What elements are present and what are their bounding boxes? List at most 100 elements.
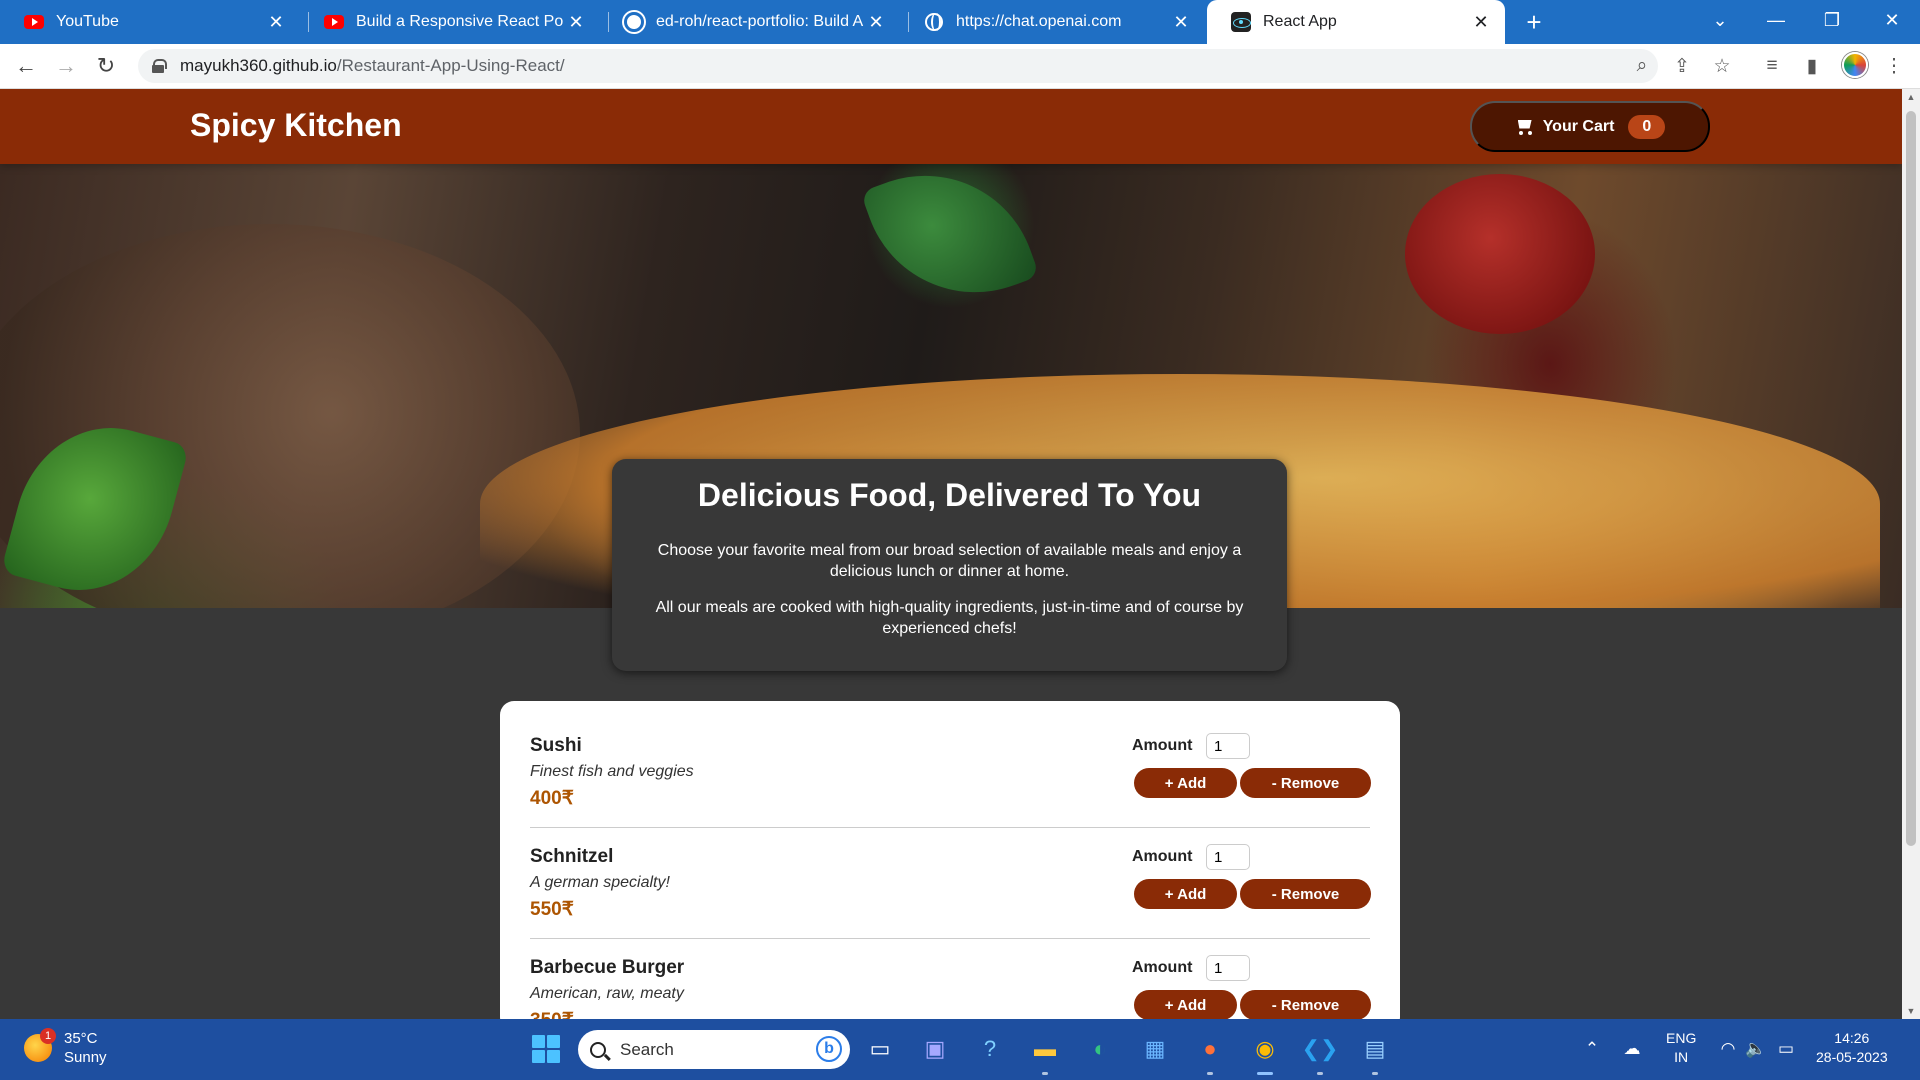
profile-avatar[interactable] <box>1842 52 1868 78</box>
language-code: ENG <box>1666 1030 1697 1046</box>
forward-button[interactable]: → <box>50 50 82 82</box>
share-icon[interactable]: ⇪ <box>1670 54 1694 78</box>
bookmark-star-icon[interactable]: ☆ <box>1710 54 1734 78</box>
weather-temperature: 35°C <box>64 1030 98 1047</box>
tab-github[interactable]: ed-roh/react-portfolio: Build A C ✕ <box>600 0 900 44</box>
new-tab-button[interactable]: + <box>1520 7 1548 37</box>
meal-price: 550₹ <box>530 899 574 920</box>
minimize-button[interactable]: — <box>1748 0 1804 40</box>
close-icon[interactable]: ✕ <box>1469 10 1493 34</box>
address-bar[interactable]: mayukh360.github.io/Restaurant-App-Using… <box>138 49 1658 83</box>
scroll-down-icon[interactable]: ▼ <box>1902 1003 1920 1019</box>
tab-react-app[interactable]: React App ✕ <box>1207 0 1505 44</box>
browser-toolbar: ← → ↻ mayukh360.github.io/Restaurant-App… <box>0 44 1920 89</box>
youtube-icon <box>24 12 44 32</box>
vscode-icon[interactable]: ❮❯ <box>1302 1031 1338 1075</box>
add-button[interactable]: + Add <box>1134 990 1237 1019</box>
language-indicator[interactable]: ENG IN <box>1666 1029 1696 1067</box>
scroll-up-icon[interactable]: ▲ <box>1902 89 1920 105</box>
close-icon[interactable]: ✕ <box>1169 10 1193 34</box>
windows-icon <box>532 1035 560 1063</box>
tab-chatgpt[interactable]: https://chat.openai.com ✕ <box>900 0 1205 44</box>
taskbar-search[interactable]: Search b <box>578 1030 850 1069</box>
remove-button[interactable]: - Remove <box>1240 879 1371 909</box>
browser-tab-strip: YouTube ✕ Build a Responsive React Portf… <box>0 0 1920 44</box>
add-button[interactable]: + Add <box>1134 879 1237 909</box>
site-title: Spicy Kitchen <box>190 107 402 143</box>
amount-input[interactable] <box>1206 844 1250 870</box>
chrome-icon[interactable]: ◉ <box>1247 1031 1283 1075</box>
search-placeholder: Search <box>620 1039 674 1059</box>
url-path: /Restaurant-App-Using-React/ <box>336 56 565 75</box>
search-icon <box>590 1041 606 1058</box>
meal-description: American, raw, meaty <box>530 985 684 1002</box>
edge-icon[interactable]: ◐ <box>1082 1031 1118 1067</box>
side-panel-icon[interactable]: ▮ <box>1800 54 1824 78</box>
teams-chat-icon[interactable]: ▣ <box>917 1031 953 1067</box>
remove-button[interactable]: - Remove <box>1240 768 1371 798</box>
meal-price: 350₹ <box>530 1009 574 1019</box>
taskbar: 1 35°C Sunny Search b ▭ ▣ ? ▬ ◐ ▦ ● ◉ ❮❯… <box>0 1019 1920 1080</box>
notepad-icon[interactable]: ▤ <box>1357 1031 1393 1075</box>
summary-paragraph: All our meals are cooked with high-quali… <box>655 599 1244 637</box>
tab-title: ed-roh/react-portfolio: Build A C <box>656 13 864 30</box>
meal-description: A german specialty! <box>530 874 670 891</box>
restore-button[interactable]: ❐ <box>1804 0 1860 40</box>
summary-title: Delicious Food, Delivered To You <box>697 477 1202 513</box>
onedrive-cloud-icon[interactable]: ☁ <box>1620 1037 1644 1061</box>
wifi-icon[interactable]: ◠ <box>1716 1037 1740 1061</box>
firefox-icon[interactable]: ● <box>1192 1031 1228 1075</box>
volume-icon[interactable]: 🔈 <box>1744 1037 1768 1061</box>
tab-react-portfolio[interactable]: Build a Responsive React Portfolio ✕ <box>300 0 600 44</box>
clock-time: 14:26 <box>1834 1030 1870 1046</box>
add-button[interactable]: + Add <box>1134 768 1237 798</box>
react-icon <box>1231 12 1251 32</box>
cart-button[interactable]: Your Cart 0 <box>1470 101 1710 152</box>
close-icon[interactable]: ✕ <box>264 10 288 34</box>
meal-item: Barbecue Burger American, raw, meaty 350… <box>530 939 1371 1019</box>
amount-input[interactable] <box>1206 733 1250 759</box>
notification-badge: 1 <box>40 1028 56 1044</box>
openai-icon <box>924 12 944 32</box>
start-button[interactable] <box>528 1031 564 1067</box>
meal-name: Barbecue Burger <box>530 957 685 978</box>
github-icon <box>624 12 644 32</box>
bing-icon[interactable]: b <box>816 1036 842 1062</box>
close-icon[interactable]: ✕ <box>564 10 588 34</box>
lock-icon <box>152 59 167 73</box>
task-view-icon[interactable]: ▭ <box>862 1031 898 1067</box>
meal-item: Schnitzel A german specialty! 550₹ Amoun… <box>530 828 1371 939</box>
scrollbar-thumb[interactable] <box>1906 111 1916 846</box>
meal-price: 400₹ <box>530 788 574 809</box>
tray-chevron-icon[interactable]: ⌃ <box>1580 1037 1604 1061</box>
tab-title: Build a Responsive React Portfolio <box>356 13 564 30</box>
cart-label: Your Cart <box>1542 117 1615 135</box>
back-button[interactable]: ← <box>10 50 42 82</box>
file-explorer-icon[interactable]: ▬ <box>1027 1031 1063 1075</box>
clock[interactable]: 14:26 28-05-2023 <box>1816 1029 1888 1067</box>
page-viewport: Spicy Kitchen Your Cart 0 Delicious Food… <box>0 89 1902 1019</box>
tab-search-chevron-icon[interactable]: ⌄ <box>1692 0 1748 40</box>
sun-icon: 1 <box>24 1028 56 1062</box>
weather-widget[interactable]: 1 35°C Sunny <box>24 1028 107 1067</box>
remove-button[interactable]: - Remove <box>1240 990 1371 1019</box>
meal-item: Sushi Finest fish and veggies 400₹ Amoun… <box>530 717 1371 828</box>
meals-summary: Delicious Food, Delivered To You Choose … <box>612 459 1287 671</box>
reading-list-icon[interactable]: ≡ <box>1760 54 1784 78</box>
tab-youtube[interactable]: YouTube ✕ <box>0 0 300 44</box>
reload-button[interactable]: ↻ <box>90 50 122 82</box>
weather-description: Sunny <box>64 1049 107 1066</box>
page-scrollbar[interactable]: ▲ ▼ <box>1902 89 1920 1019</box>
amount-input[interactable] <box>1206 955 1250 981</box>
close-icon[interactable]: ✕ <box>864 10 888 34</box>
help-icon[interactable]: ? <box>972 1031 1008 1067</box>
amount-label: Amount <box>1132 959 1193 976</box>
close-window-button[interactable]: ✕ <box>1864 0 1920 40</box>
tab-title: React App <box>1263 13 1337 30</box>
meal-description: Finest fish and veggies <box>530 763 694 780</box>
store-icon[interactable]: ▦ <box>1137 1031 1173 1067</box>
menu-kebab-icon[interactable]: ⋮ <box>1882 54 1906 78</box>
amount-label: Amount <box>1132 848 1193 865</box>
battery-icon[interactable]: ▭ <box>1774 1037 1798 1061</box>
zoom-icon[interactable]: ⌕ <box>1630 54 1654 78</box>
